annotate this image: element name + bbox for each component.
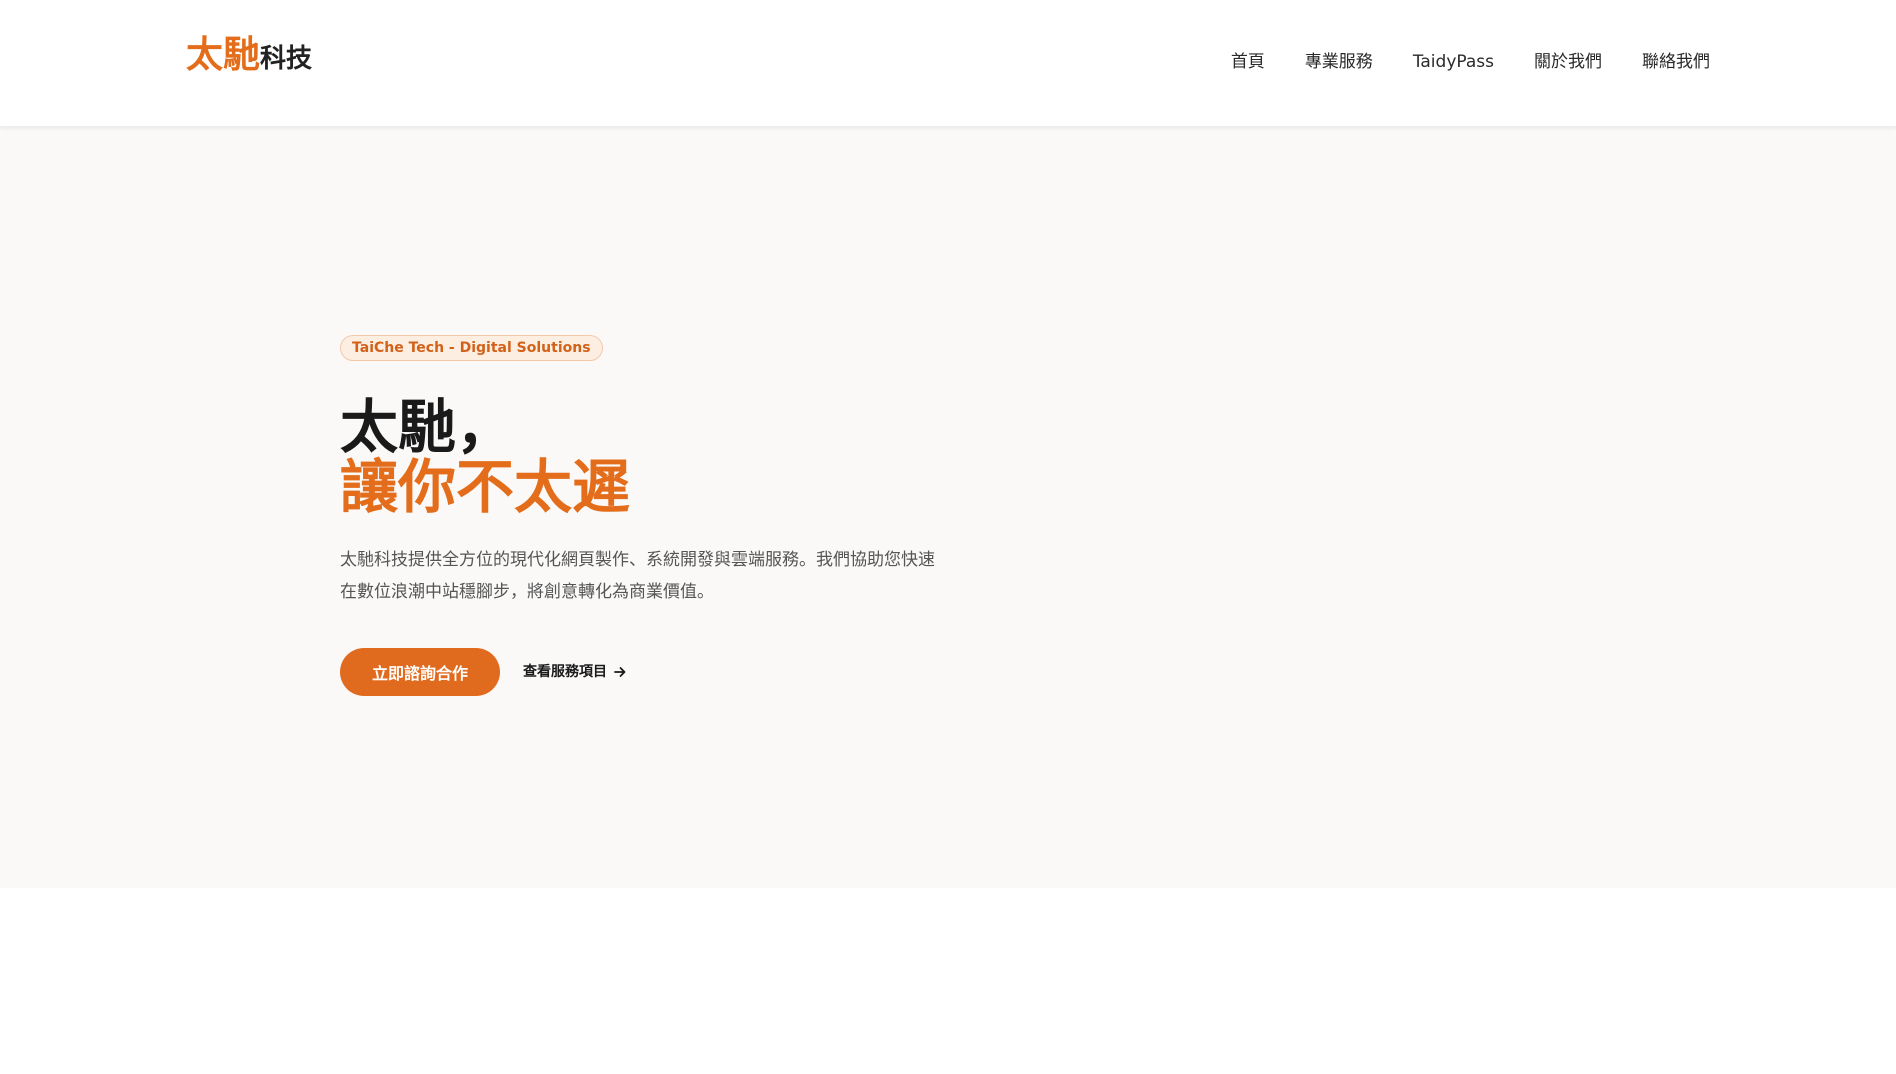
hero-badge: TaiChe Tech - Digital Solutions <box>340 335 603 361</box>
logo-tail-text: 科技 <box>260 44 313 74</box>
site-header: 太馳科技 首頁 專業服務 TaidyPass 關於我們 聯絡我們 <box>0 0 1896 127</box>
hero-headline: 太馳， 讓你不太遲 <box>340 397 630 517</box>
main-nav: 首頁 專業服務 TaidyPass 關於我們 聯絡我們 <box>1231 50 1710 74</box>
hero-description: 太馳科技提供全方位的現代化網頁製作、系統開發與雲端服務。我們協助您快速在數位浪潮… <box>340 550 935 602</box>
headline-line-2: 讓你不太遲 <box>340 453 631 521</box>
hero-section: TaiChe Tech - Digital Solutions 太馳， 讓你不太… <box>0 127 1896 888</box>
view-services-link[interactable]: 查看服務項目 <box>523 660 627 684</box>
headline-line-1: 太馳， <box>340 393 515 461</box>
nav-item-contact[interactable]: 聯絡我們 <box>1642 50 1710 74</box>
site-logo[interactable]: 太馳科技 <box>186 36 312 73</box>
logo-brand-text: 太馳 <box>186 33 260 76</box>
nav-item-home[interactable]: 首頁 <box>1231 50 1265 74</box>
nav-item-services[interactable]: 專業服務 <box>1305 50 1373 74</box>
nav-item-taidypass[interactable]: TaidyPass <box>1413 50 1494 74</box>
arrow-right-icon <box>614 667 626 677</box>
view-services-label: 查看服務項目 <box>523 664 607 680</box>
nav-item-about[interactable]: 關於我們 <box>1534 50 1602 74</box>
consult-cta-button[interactable]: 立即諮詢合作 <box>340 648 500 696</box>
